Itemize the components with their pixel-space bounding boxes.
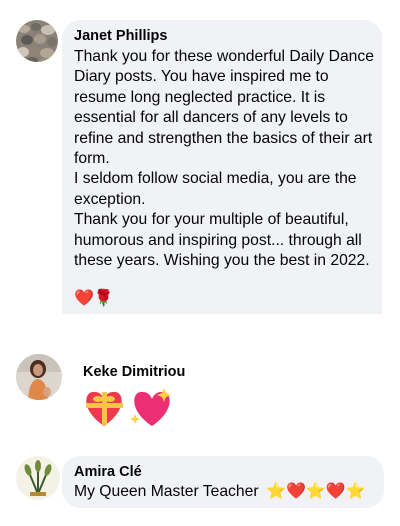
comment-bubble[interactable]: Janet Phillips Thank you for these wonde… xyxy=(62,20,382,314)
comment-emojis: ❤️🌹 xyxy=(74,288,114,307)
person-photo-avatar-icon[interactable] xyxy=(16,354,62,400)
comment-emojis: ⭐❤️⭐❤️⭐ xyxy=(266,481,366,500)
comment-author[interactable]: Amira Clé xyxy=(74,463,142,481)
comment-author[interactable]: Keke Dimitriou xyxy=(83,363,185,381)
gift-heart-and-sparkling-heart-icons xyxy=(86,388,171,426)
wheat-emblem-avatar-icon[interactable] xyxy=(16,456,60,500)
comment-body: My Queen Master Teacher ⭐❤️⭐❤️⭐ xyxy=(74,481,366,502)
pebbles-avatar-icon[interactable] xyxy=(16,20,58,62)
comment-author[interactable]: Janet Phillips xyxy=(74,27,167,45)
emoji-reactions: 💝💖 xyxy=(82,384,202,430)
comment-bubble[interactable]: Amira Clé My Queen Master Teacher ⭐❤️⭐❤️… xyxy=(62,456,384,508)
comment-text: My Queen Master Teacher xyxy=(74,483,259,500)
comment-text: Thank you for these wonderful Daily Danc… xyxy=(74,48,374,270)
